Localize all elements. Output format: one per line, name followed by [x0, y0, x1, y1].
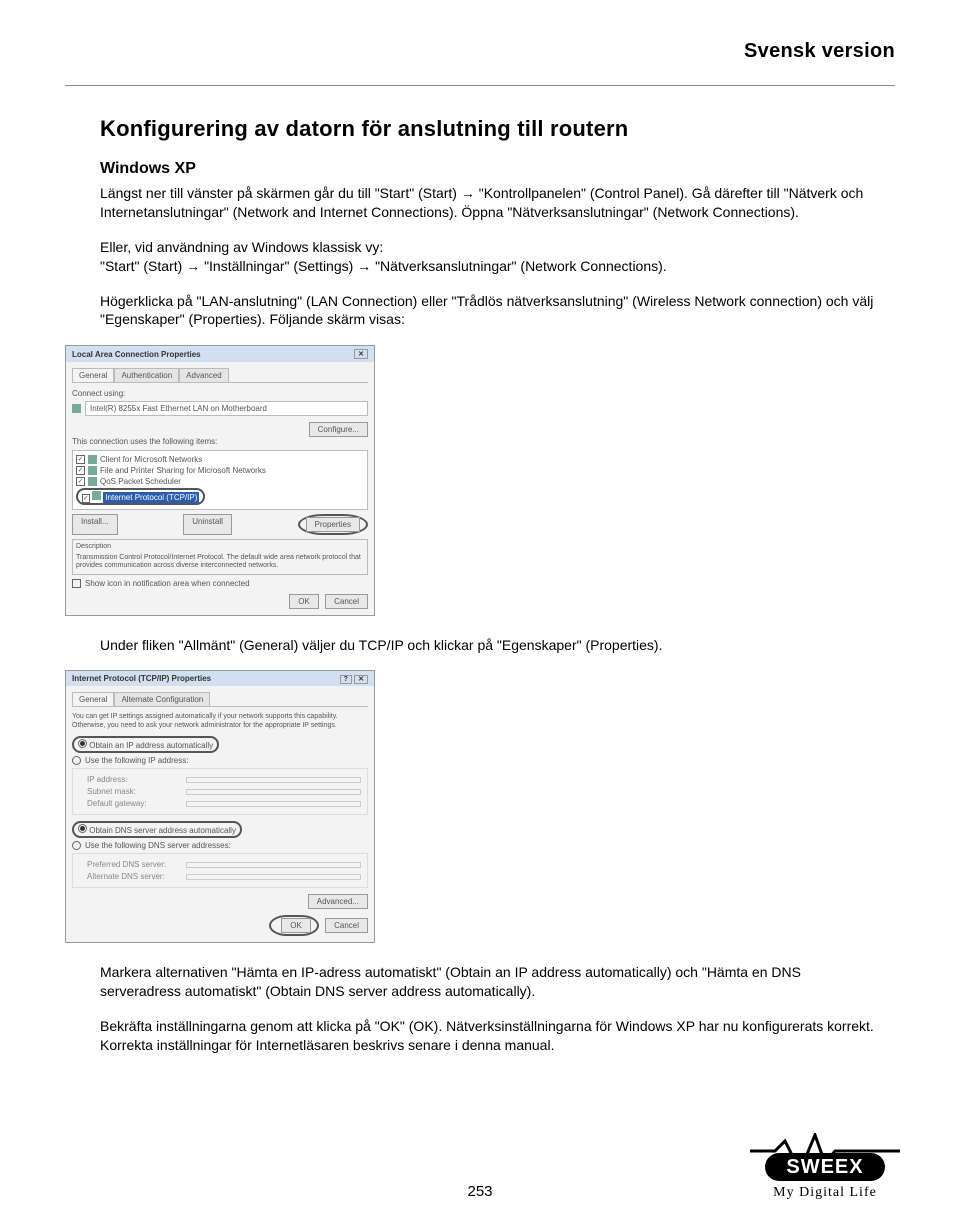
opt-auto-dns: Obtain DNS server address automatically	[89, 826, 236, 835]
items-listbox[interactable]: ✓ Client for Microsoft Networks ✓ File and…	[72, 450, 368, 510]
highlight-circle: Properties	[298, 514, 368, 535]
show-icon-checkbox[interactable]	[72, 579, 81, 588]
screenshot-tcpip-properties: Internet Protocol (TCP/IP) Properties ? …	[65, 670, 375, 943]
paragraph-4: Under fliken "Allmänt" (General) väljer …	[100, 636, 885, 655]
close-icon[interactable]: ✕	[354, 675, 368, 684]
dialog2-title: Internet Protocol (TCP/IP) Properties	[72, 674, 211, 683]
checkbox-icon[interactable]: ✓	[76, 477, 85, 486]
ip-label: IP address:	[87, 775, 182, 784]
brand-tagline: My Digital Life	[745, 1185, 905, 1201]
highlight-circle: Obtain an IP address automatically	[72, 736, 219, 753]
show-icon-label: Show icon in notification area when conn…	[85, 579, 250, 588]
gateway-label: Default gateway:	[87, 799, 182, 808]
paragraph-5: Markera alternativen "Hämta en IP-adress…	[100, 963, 885, 1001]
brand-text: SWEEX	[786, 1156, 863, 1178]
ip-field	[186, 777, 361, 783]
tab-authentication[interactable]: Authentication	[114, 368, 179, 382]
dialog1-titlebar: Local Area Connection Properties ✕	[66, 346, 374, 362]
opt-static-ip: Use the following IP address:	[85, 756, 188, 765]
tab-general[interactable]: General	[72, 368, 114, 382]
radio-static-dns[interactable]	[72, 841, 81, 850]
dns1-field	[186, 862, 361, 868]
cancel-button[interactable]: Cancel	[325, 594, 368, 609]
close-icon[interactable]: ✕	[354, 349, 368, 359]
page-number: 253	[467, 1183, 492, 1200]
dns1-label: Preferred DNS server:	[87, 860, 182, 869]
radio-auto-ip[interactable]	[78, 739, 87, 748]
dialog1-tabs: GeneralAuthenticationAdvanced	[72, 368, 368, 383]
properties-button[interactable]: Properties	[306, 517, 360, 532]
gateway-field	[186, 801, 361, 807]
checkbox-icon[interactable]: ✓	[76, 455, 85, 464]
tcpip-icon	[92, 491, 101, 500]
radio-static-ip[interactable]	[72, 756, 81, 765]
opt-static-dns: Use the following DNS server addresses:	[85, 841, 231, 850]
ok-button[interactable]: OK	[281, 918, 311, 933]
highlight-circle: OK	[269, 915, 319, 936]
qos-icon	[88, 477, 97, 486]
brand-logo: SWEEX My Digital Life	[745, 1133, 905, 1201]
paragraph-6: Bekräfta inställningarna genom att klick…	[100, 1017, 885, 1055]
configure-button[interactable]: Configure...	[309, 422, 368, 437]
section-title: Konfigurering av datorn för anslutning t…	[100, 116, 885, 142]
adapter-icon	[72, 404, 81, 413]
ok-button[interactable]: OK	[289, 594, 319, 609]
tab-general[interactable]: General	[72, 692, 114, 706]
checkbox-icon[interactable]: ✓	[82, 494, 90, 503]
item-4: Internet Protocol (TCP/IP)	[103, 492, 199, 503]
uninstall-button[interactable]: Uninstall	[183, 514, 232, 535]
dialog1-title: Local Area Connection Properties	[72, 350, 201, 359]
uses-items-label: This connection uses the following items…	[72, 437, 368, 446]
dialog2-titlebar: Internet Protocol (TCP/IP) Properties ? …	[66, 671, 374, 686]
item-3: QoS Packet Scheduler	[100, 477, 181, 486]
highlight-circle: ✓ Internet Protocol (TCP/IP)	[76, 488, 205, 505]
paragraph-3: Högerklicka på "LAN-anslutning" (LAN Con…	[100, 292, 885, 330]
item-2: File and Printer Sharing for Microsoft N…	[100, 466, 266, 475]
help-icon[interactable]: ?	[340, 675, 352, 684]
tab-advanced[interactable]: Advanced	[179, 368, 229, 382]
paragraph-2: Eller, vid användning av Windows klassis…	[100, 238, 885, 276]
dns2-label: Alternate DNS server:	[87, 872, 182, 881]
share-icon	[88, 466, 97, 475]
screenshot-lan-properties: Local Area Connection Properties ✕ Gener…	[65, 345, 375, 615]
install-button[interactable]: Install...	[72, 514, 118, 535]
subnet-label: Subnet mask:	[87, 787, 182, 796]
item-1: Client for Microsoft Networks	[100, 455, 202, 464]
language-version-label: Svensk version	[65, 40, 895, 63]
checkbox-icon[interactable]: ✓	[76, 466, 85, 475]
header-divider	[65, 85, 895, 86]
radio-auto-dns[interactable]	[78, 824, 87, 833]
advanced-button[interactable]: Advanced...	[308, 894, 368, 909]
desc-label: Description	[76, 543, 364, 551]
adapter-field: Intel(R) 8255x Fast Ethernet LAN on Moth…	[85, 401, 368, 416]
dialog2-tabs: GeneralAlternate Configuration	[72, 692, 368, 707]
section-subtitle: Windows XP	[100, 160, 885, 178]
intro-text: You can get IP settings assigned automat…	[72, 713, 368, 730]
dns2-field	[186, 874, 361, 880]
subnet-field	[186, 789, 361, 795]
paragraph-1: Längst ner till vänster på skärmen går d…	[100, 184, 885, 222]
opt-auto-ip: Obtain an IP address automatically	[89, 741, 213, 750]
client-icon	[88, 455, 97, 464]
cancel-button[interactable]: Cancel	[325, 918, 368, 933]
tab-alternate[interactable]: Alternate Configuration	[114, 692, 210, 706]
desc-text: Transmission Control Protocol/Internet P…	[76, 554, 364, 571]
description-box: Description Transmission Control Protoco…	[72, 539, 368, 574]
connect-using-label: Connect using:	[72, 389, 368, 398]
highlight-circle: Obtain DNS server address automatically	[72, 821, 242, 838]
